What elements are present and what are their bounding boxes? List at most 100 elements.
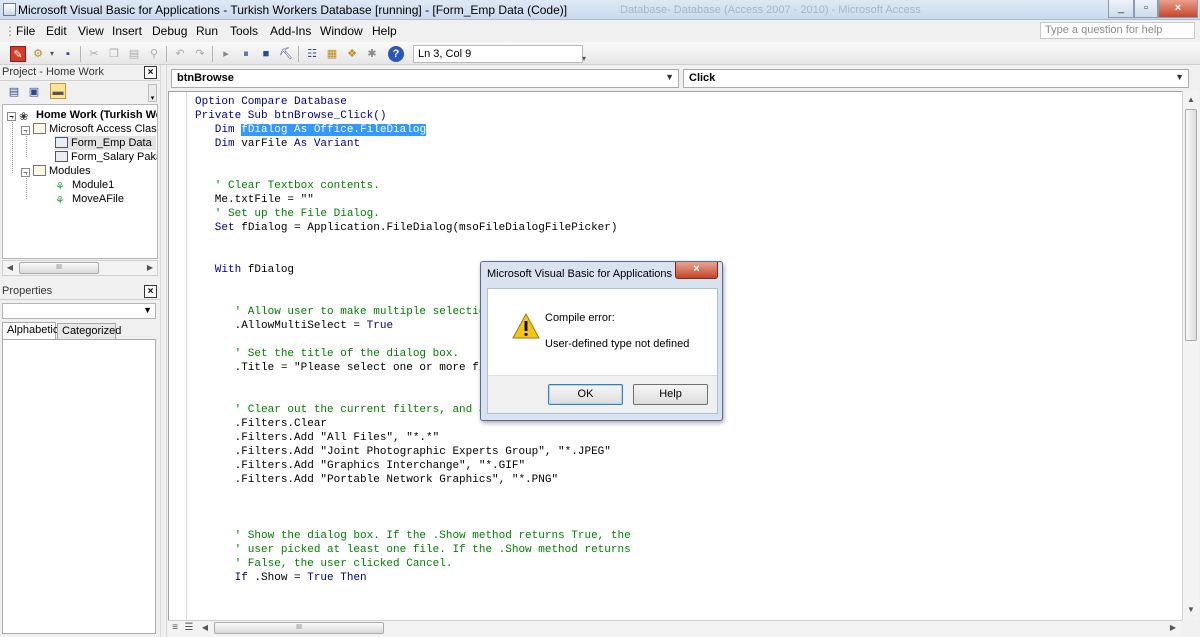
cut-icon[interactable]: ✂ <box>86 46 102 62</box>
code-line[interactable]: Me.txtFile = "" <box>195 193 314 207</box>
restore-button[interactable]: ▫ <box>1134 0 1158 18</box>
tree-item-form-salary[interactable]: Form_Salary Pakage <box>55 150 157 164</box>
scroll-down-icon[interactable]: ▼ <box>1184 603 1198 617</box>
run-icon[interactable]: ▸ <box>218 46 234 62</box>
code-line[interactable]: .Filters.Add "Joint Photographic Experts… <box>195 445 611 459</box>
tree-item-form-emp[interactable]: Form_Emp Data <box>55 136 156 150</box>
code-line[interactable]: ' Show the dialog box. If the .Show meth… <box>195 529 631 543</box>
properties-close-icon[interactable]: × <box>144 285 157 298</box>
code-line[interactable]: Dim fDialog As Office.FileDialog <box>195 123 427 137</box>
menu-window[interactable]: Window <box>320 24 363 38</box>
ok-button[interactable]: OK <box>548 384 623 405</box>
scroll-left-icon[interactable]: ◀ <box>198 621 212 635</box>
menu-help[interactable]: Help <box>372 24 397 38</box>
save-icon[interactable]: ▪ <box>60 46 76 62</box>
dialog-close-button[interactable]: × <box>675 262 718 279</box>
menu-edit[interactable]: Edit <box>46 24 67 38</box>
scroll-up-icon[interactable]: ▲ <box>1184 93 1198 107</box>
scroll-right-icon[interactable]: ▶ <box>1166 621 1180 635</box>
code-line[interactable]: .Filters.Add "All Files", "*.*" <box>195 431 440 445</box>
close-button[interactable]: × <box>1158 0 1198 18</box>
chevron-down-icon[interactable]: ▼ <box>665 72 674 82</box>
menu-view[interactable]: View <box>78 24 104 38</box>
code-vscrollbar[interactable]: ▲ ▼ <box>1182 91 1199 620</box>
minimize-button[interactable]: _ <box>1108 0 1134 18</box>
tree-line <box>26 131 27 157</box>
help-search-input[interactable]: Type a question for help <box>1040 22 1195 39</box>
paste-icon[interactable]: ▤ <box>126 46 142 62</box>
code-line[interactable]: Set fDialog = Application.FileDialog(mso… <box>195 221 618 235</box>
procedure-view-icon[interactable]: ≡ <box>168 621 182 635</box>
app-icon[interactable] <box>3 3 16 16</box>
code-hscrollbar[interactable]: ≡ ☰ ◀ III ▶ <box>168 620 1182 637</box>
help-icon[interactable]: ? <box>388 46 404 62</box>
design-mode-icon[interactable]: ⛏ <box>278 46 294 62</box>
menu-tools[interactable]: Tools <box>230 24 258 38</box>
project-hscrollbar[interactable]: ◀ III ▶ <box>2 260 158 276</box>
properties-object-select[interactable]: ▼ <box>2 303 156 319</box>
pane-splitter[interactable] <box>160 65 167 637</box>
code-line[interactable]: With fDialog <box>195 263 294 277</box>
copy-icon[interactable]: ❐ <box>106 46 122 62</box>
toggle-folders-icon[interactable]: ▬ <box>50 83 66 99</box>
toolbar-separator <box>166 46 167 62</box>
procedure-select[interactable]: Click ▼ <box>683 69 1189 88</box>
scroll-left-icon[interactable]: ◀ <box>3 261 17 275</box>
code-line[interactable]: ' Set the title of the dialog box. <box>195 347 459 361</box>
code-line[interactable]: Private Sub btnBrowse_Click() <box>195 109 386 123</box>
code-line[interactable]: Option Compare Database <box>195 95 347 109</box>
code-line[interactable]: .Filters.Add "Portable Network Graphics"… <box>195 473 558 487</box>
tree-item-modules[interactable]: − Modules <box>21 164 91 178</box>
access-icon[interactable]: ✎ <box>10 46 26 62</box>
properties-window-icon[interactable]: ▦ <box>324 46 340 62</box>
menu-add-ins[interactable]: Add-Ins <box>270 24 311 38</box>
tree-item-class-objects[interactable]: −Microsoft Access Class O <box>21 122 157 136</box>
undo-icon[interactable]: ↶ <box>172 46 188 62</box>
code-line[interactable]: .AllowMultiSelect = True <box>195 319 393 333</box>
tab-alphabetic[interactable]: Alphabetic <box>2 322 58 339</box>
chevron-down-icon[interactable]: ▼ <box>1175 72 1184 82</box>
code-line[interactable]: .Filters.Add "Graphics Interchange", "*.… <box>195 459 525 473</box>
menu-run[interactable]: Run <box>196 24 218 38</box>
project-explorer-icon[interactable]: ☷ <box>304 46 320 62</box>
pane-scroll-icon[interactable]: ▾ <box>148 84 157 102</box>
scroll-thumb[interactable]: III <box>214 622 384 634</box>
code-token: btnBrowse_Click() <box>274 110 387 122</box>
view-code-icon[interactable]: ▤ <box>6 84 22 100</box>
menu-debug[interactable]: Debug <box>152 24 187 38</box>
code-line[interactable]: If .Show = True Then <box>195 571 367 585</box>
chevron-down-icon[interactable]: ▼ <box>143 305 152 315</box>
tree-item-root[interactable]: − ❀ Home Work (Turkish Wo <box>7 108 157 123</box>
code-line[interactable]: ' Set up the File Dialog. <box>195 207 380 221</box>
object-browser-icon[interactable]: ❖ <box>344 46 360 62</box>
project-close-icon[interactable]: × <box>144 66 157 79</box>
code-line[interactable]: .Filters.Clear <box>195 417 327 431</box>
code-line[interactable]: ' Clear Textbox contents. <box>195 179 380 193</box>
tree-item-moveafile[interactable]: ⚘ MoveAFile <box>55 192 124 207</box>
full-module-view-icon[interactable]: ☰ <box>182 621 196 635</box>
code-line[interactable]: ' user picked at least one file. If the … <box>195 543 631 557</box>
reset-icon[interactable]: ■ <box>258 46 274 62</box>
view-object-icon[interactable]: ▣ <box>26 84 42 100</box>
toolbox-icon[interactable]: ✱ <box>364 46 380 62</box>
toolbar-options-icon[interactable]: ▾ <box>576 54 592 64</box>
dropdown-arrow-icon[interactable]: ▾ <box>44 46 60 62</box>
code-line[interactable]: Dim varFile As Variant <box>195 137 360 151</box>
code-line[interactable]: ' False, the user clicked Cancel. <box>195 557 453 571</box>
tree-item-module1[interactable]: ⚘ Module1 <box>55 178 114 193</box>
menu-insert[interactable]: Insert <box>112 24 142 38</box>
help-button[interactable]: Help <box>633 384 708 405</box>
scroll-thumb[interactable] <box>1185 109 1197 341</box>
code-token: True <box>366 320 394 332</box>
margin-indicator-bar[interactable] <box>169 92 187 620</box>
tab-categorized[interactable]: Categorized <box>57 323 121 340</box>
redo-icon[interactable]: ↷ <box>192 46 208 62</box>
break-icon[interactable]: ⏸ <box>238 46 254 62</box>
find-icon[interactable]: ⚲ <box>146 46 162 62</box>
scroll-right-icon[interactable]: ▶ <box>143 261 157 275</box>
scroll-thumb[interactable]: III <box>19 262 99 274</box>
dialog-title: Microsoft Visual Basic for Applications <box>487 268 673 280</box>
object-select[interactable]: btnBrowse ▼ <box>171 69 679 88</box>
menu-file[interactable]: File <box>16 24 35 38</box>
code-line[interactable]: .Title = "Please select one or more file… <box>195 361 512 375</box>
